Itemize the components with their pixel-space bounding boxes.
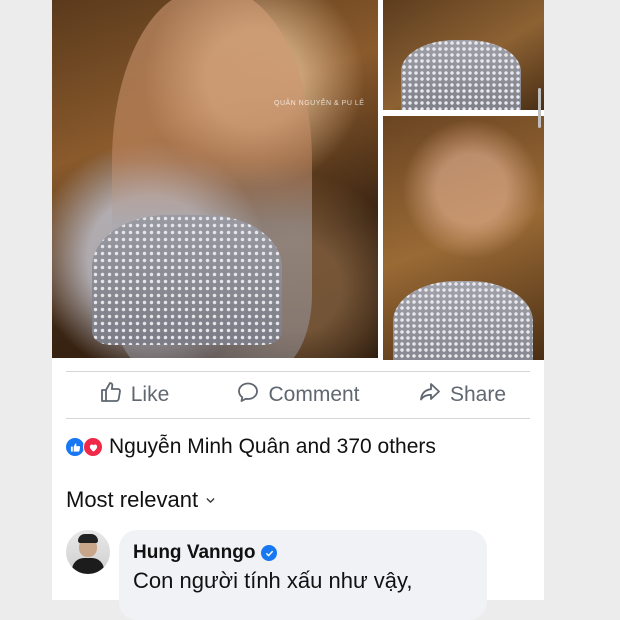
love-reaction-icon xyxy=(83,437,103,457)
reaction-summary[interactable]: Nguyễn Minh Quân and 370 others xyxy=(66,432,436,462)
photo-dress xyxy=(401,40,521,110)
comment-bubble-icon xyxy=(236,380,260,410)
share-button[interactable]: Share xyxy=(380,380,544,410)
verified-badge-icon xyxy=(261,545,278,561)
like-reaction-icon xyxy=(66,438,84,456)
reaction-summary-text: Nguyễn Minh Quân and 370 others xyxy=(109,435,436,458)
sort-label: Most relevant xyxy=(66,487,199,512)
photo-caption: QUÂN NGUYỄN & PU LÊ xyxy=(274,100,365,107)
post-photo-main[interactable]: QUÂN NGUYỄN & PU LÊ xyxy=(52,0,378,358)
photo-dress xyxy=(393,281,533,360)
divider xyxy=(66,418,530,419)
comment-label: Comment xyxy=(268,383,360,406)
comment-text: Con người tính xấu như vậy, xyxy=(133,568,413,593)
like-label: Like xyxy=(130,383,170,406)
post-photo-top-right[interactable] xyxy=(383,0,544,110)
comment-sort-dropdown[interactable]: Most relevant xyxy=(66,484,217,516)
share-arrow-icon xyxy=(418,380,442,410)
like-button[interactable]: Like xyxy=(52,380,216,410)
chevron-down-icon xyxy=(204,487,217,513)
comment-author-name: Hung Vanngo xyxy=(133,542,256,563)
comment-button[interactable]: Comment xyxy=(216,380,380,410)
scrollbar-thumb[interactable] xyxy=(538,88,541,128)
share-label: Share xyxy=(449,383,507,406)
post-action-bar: Like Comment Share xyxy=(52,372,544,418)
photo-dress xyxy=(92,215,282,345)
thumbs-up-icon xyxy=(99,380,123,410)
comment-author[interactable]: Hung Vanngo xyxy=(133,542,278,564)
commenter-avatar[interactable] xyxy=(66,530,110,574)
post-photo-bottom-right[interactable] xyxy=(383,116,544,360)
